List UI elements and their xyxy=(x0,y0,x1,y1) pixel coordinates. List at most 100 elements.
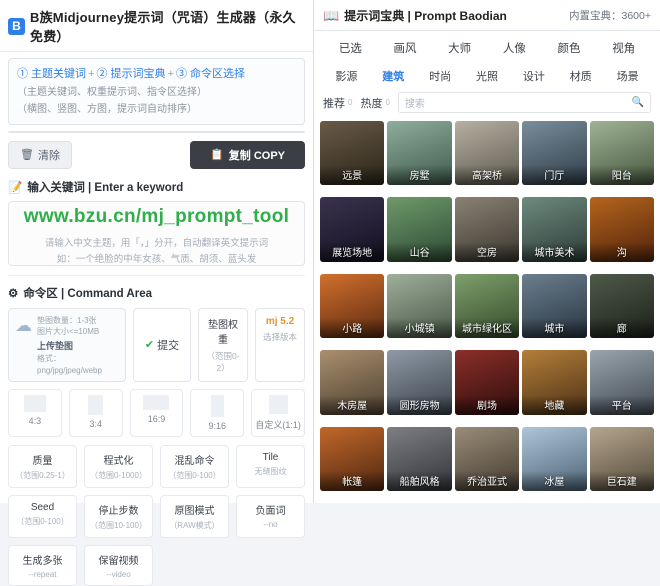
tile-19[interactable]: 平台 xyxy=(589,350,654,415)
upload-line-1: 垫图数量：1-3张 xyxy=(37,315,97,325)
tile-8[interactable]: 城市美术 xyxy=(522,197,587,262)
step-3-label[interactable]: ③ 命令区选择 xyxy=(176,68,245,80)
tile-caption-11: 小城镇 xyxy=(387,318,452,339)
category-style[interactable]: 画风 xyxy=(378,36,433,60)
version-card[interactable]: mj 5.2 选择版本 xyxy=(255,307,305,383)
clear-button[interactable]: 🗑 清除 xyxy=(8,140,72,169)
sort-hot[interactable]: 热度 0 xyxy=(360,95,389,111)
keyword-input-box[interactable]: www.bzu.cn/mj_prompt_tool 请输入中文主题，用「，」分开… xyxy=(8,200,305,266)
tile-23[interactable]: 冰屋 xyxy=(522,426,587,491)
sort-hot-label: 热度 xyxy=(360,97,383,110)
tile-caption-8: 城市美术 xyxy=(522,241,587,262)
command-row-top: ☁ 垫图数量：1-3张 图片大小<=10MB 上传垫图 格式：png/jpg/j… xyxy=(8,307,305,383)
tile-7[interactable]: 空房 xyxy=(454,197,520,262)
tile-caption-3: 门厅 xyxy=(522,165,587,186)
tile-20[interactable]: 帐篷 xyxy=(320,426,385,491)
tile-0[interactable]: 远景 xyxy=(320,121,385,186)
tile-5[interactable]: 展览场地 xyxy=(320,197,385,262)
param-card-9[interactable]: 保留视频 --video xyxy=(84,545,153,586)
param-card-3[interactable]: Tile 无缝图纹 xyxy=(236,445,305,489)
step-1-label[interactable]: ① 主题关键词 xyxy=(17,68,86,80)
ratio-option-2[interactable]: 16:9 xyxy=(129,389,184,438)
category-master[interactable]: 大师 xyxy=(432,36,487,60)
search-input[interactable]: 搜索 🔍 xyxy=(397,92,651,113)
ratio-option-4[interactable]: 自定义(1:1) xyxy=(251,389,305,438)
tile-10[interactable]: 小路 xyxy=(320,273,385,339)
prompt-output-area[interactable] xyxy=(8,130,305,133)
param-card-1[interactable]: 程式化 （范围0-1000） xyxy=(84,445,153,489)
tile-2[interactable]: 高架桥 xyxy=(454,121,520,186)
ratio-shape-2 xyxy=(143,395,170,411)
upload-image-card[interactable]: ☁ 垫图数量：1-3张 图片大小<=10MB 上传垫图 格式：png/jpg/j… xyxy=(8,307,126,383)
category-color[interactable]: 颜色 xyxy=(542,36,597,60)
param-title-5: 停止步数 xyxy=(98,506,139,518)
tile-caption-9: 沟 xyxy=(589,241,654,262)
tile-1[interactable]: 房墅 xyxy=(387,121,452,186)
tile-13[interactable]: 城市 xyxy=(522,273,587,339)
check-icon: ✔ xyxy=(144,339,155,352)
version-title: mj 5.2 xyxy=(265,315,295,327)
param-card-8[interactable]: 生成多张 --repeat xyxy=(8,545,77,586)
category-lighting[interactable]: 光照 xyxy=(464,64,511,88)
param-title-3: Tile xyxy=(262,452,279,464)
tile-17[interactable]: 剧场 xyxy=(454,350,520,415)
tile-18[interactable]: 地藏 xyxy=(522,350,587,415)
tile-12[interactable]: 城市绿化区 xyxy=(454,273,520,339)
tile-3[interactable]: 门厅 xyxy=(522,121,587,186)
cloud-upload-icon: ☁ xyxy=(15,315,32,335)
tile-14[interactable]: 廊 xyxy=(589,273,654,339)
param-card-5[interactable]: 停止步数 （范围10-100） xyxy=(84,495,153,539)
ratio-label-3: 9:16 xyxy=(208,421,227,432)
tile-caption-2: 高架桥 xyxy=(454,165,520,186)
gear-icon: ⚙ xyxy=(8,287,19,300)
tile-4[interactable]: 阳台 xyxy=(589,121,654,186)
category-film[interactable]: 影源 xyxy=(323,64,370,88)
category-portrait[interactable]: 人像 xyxy=(487,36,542,60)
param-title-1: 程式化 xyxy=(103,456,134,468)
param-card-6[interactable]: 原图模式 （RAW模式） xyxy=(160,495,229,539)
category-scene[interactable]: 场景 xyxy=(604,64,651,88)
category-architecture[interactable]: 建筑 xyxy=(370,64,417,88)
submit-label: 提交 xyxy=(157,339,180,352)
library-title: 提示词宝典 | Prompt Baodian xyxy=(344,9,507,23)
param-title-8: 生成多张 xyxy=(22,556,63,568)
tile-24[interactable]: 巨石建 xyxy=(589,426,654,491)
ratio-label-4: 自定义(1:1) xyxy=(255,420,301,431)
category-selected[interactable]: 已选 xyxy=(323,36,378,60)
ratio-label-0: 4:3 xyxy=(28,416,42,427)
image-weight-card[interactable]: 垫图权重 （范围0-2） xyxy=(198,307,248,383)
step-2-label[interactable]: ② 提示词宝典 xyxy=(97,68,166,80)
tile-22[interactable]: 乔治亚式 xyxy=(454,426,520,491)
tile-caption-15: 木房屋 xyxy=(320,394,385,415)
category-fashion[interactable]: 时尚 xyxy=(417,64,464,88)
tile-16[interactable]: 圆形房物 xyxy=(387,350,452,415)
tile-15[interactable]: 木房屋 xyxy=(320,350,385,415)
category-design[interactable]: 设计 xyxy=(510,64,557,88)
tile-6[interactable]: 山谷 xyxy=(387,197,452,262)
tile-11[interactable]: 小城镇 xyxy=(387,273,452,339)
param-title-0: 质量 xyxy=(32,456,53,468)
tile-9[interactable]: 沟 xyxy=(589,197,654,262)
category-view[interactable]: 视角 xyxy=(596,36,651,60)
submit-button[interactable]: ✔ 提交 xyxy=(133,307,191,383)
param-sub-9: --video xyxy=(106,570,131,580)
search-icon[interactable]: 🔍 xyxy=(632,97,644,108)
tile-caption-12: 城市绿化区 xyxy=(454,318,520,339)
param-card-7[interactable]: 负面词 --no xyxy=(236,495,305,539)
param-sub-7: --no xyxy=(263,520,278,530)
tile-21[interactable]: 船舶风格 xyxy=(387,426,452,491)
tile-caption-17: 剧场 xyxy=(454,394,520,415)
param-card-2[interactable]: 混乱命令 （范围0-100） xyxy=(160,445,229,489)
param-card-4[interactable]: Seed （范围0-100） xyxy=(8,495,77,539)
copy-button[interactable]: 📋 复制 COPY xyxy=(190,140,305,169)
param-card-0[interactable]: 质量 （范围0.25-1） xyxy=(8,445,77,489)
ratio-option-0[interactable]: 4:3 xyxy=(8,389,62,438)
upload-text-block: 垫图数量：1-3张 图片大小<=10MB 上传垫图 格式：png/jpg/jpe… xyxy=(37,315,119,376)
ratio-option-1[interactable]: 3:4 xyxy=(68,389,123,438)
image-weight-title: 垫图权重 xyxy=(208,319,238,346)
param-title-2: 混乱命令 xyxy=(174,456,215,468)
category-material[interactable]: 材质 xyxy=(557,64,604,88)
ratio-option-3[interactable]: 9:16 xyxy=(190,389,245,438)
keyword-hint-1: 请输入中文主题，用「，」分开，自动翻译英文提示词 xyxy=(44,237,269,249)
sort-recommend[interactable]: 推荐 0 xyxy=(323,95,352,111)
